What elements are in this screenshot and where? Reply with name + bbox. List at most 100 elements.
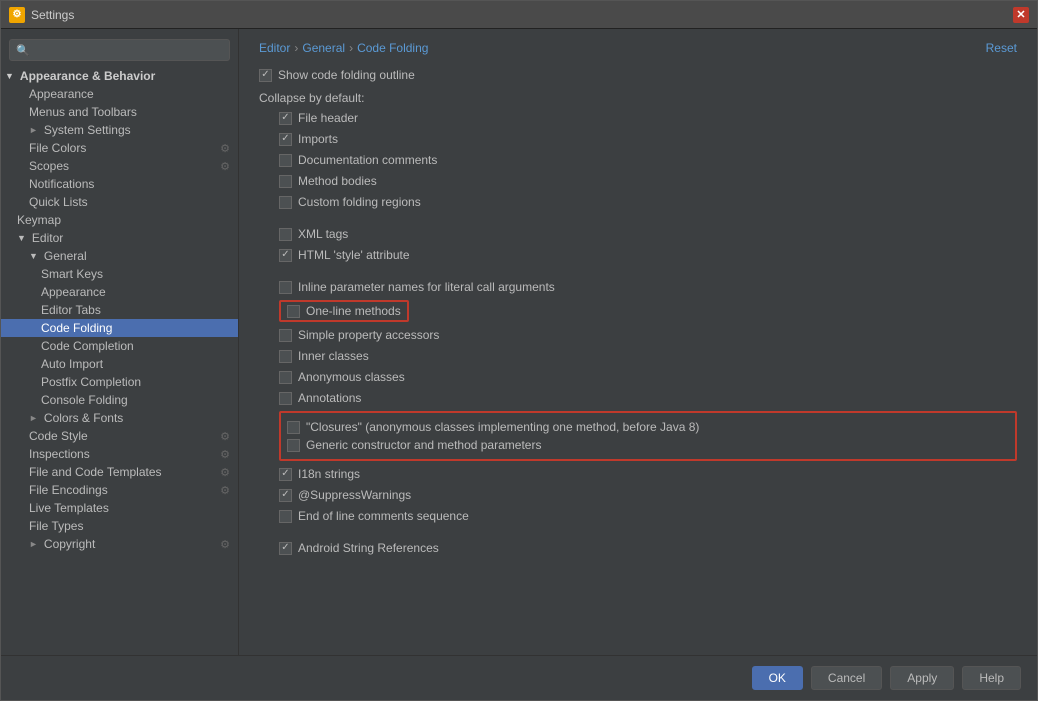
doc-comments-checkbox[interactable] (279, 154, 292, 167)
sidebar-item-editor-tabs[interactable]: Editor Tabs (1, 301, 238, 319)
apply-button[interactable]: Apply (890, 666, 954, 690)
show-folding-outline-checkbox[interactable] (259, 69, 272, 82)
closures-checkbox[interactable] (287, 421, 300, 434)
sidebar-item-appearance-behavior[interactable]: ▼ Appearance & Behavior (1, 67, 238, 85)
imports-label[interactable]: Imports (298, 132, 338, 146)
breadcrumb: Editor › General › Code Folding Reset (259, 41, 1017, 55)
sidebar-item-notifications[interactable]: Notifications (1, 175, 238, 193)
annotations-checkbox[interactable] (279, 392, 292, 405)
inline-param-checkbox[interactable] (279, 281, 292, 294)
i18n-strings-label[interactable]: I18n strings (298, 467, 360, 481)
sidebar-item-scopes[interactable]: Scopes ⚙ (1, 157, 238, 175)
sidebar-label: Colors & Fonts (44, 411, 123, 425)
sidebar-item-auto-import[interactable]: Auto Import (1, 355, 238, 373)
xml-tags-label[interactable]: XML tags (298, 227, 348, 241)
close-button[interactable]: ✕ (1013, 7, 1029, 23)
settings-icon: ⚙ (220, 466, 230, 479)
settings-icon: ⚙ (220, 160, 230, 173)
expand-icon: ▼ (29, 251, 38, 261)
one-line-methods-label[interactable]: One-line methods (306, 304, 401, 318)
sidebar-item-smart-keys[interactable]: Smart Keys (1, 265, 238, 283)
sidebar-item-postfix-completion[interactable]: Postfix Completion (1, 373, 238, 391)
inline-param-row: Inline parameter names for literal call … (279, 279, 1017, 295)
i18n-strings-checkbox[interactable] (279, 468, 292, 481)
android-strings-label[interactable]: Android String References (298, 541, 439, 555)
imports-checkbox[interactable] (279, 133, 292, 146)
expand-icon: ► (29, 125, 38, 135)
closures-label[interactable]: "Closures" (anonymous classes implementi… (306, 420, 699, 434)
sidebar-item-file-colors[interactable]: File Colors ⚙ (1, 139, 238, 157)
search-input[interactable] (34, 43, 223, 57)
sidebar-label: Appearance & Behavior (20, 69, 155, 83)
sidebar-item-general[interactable]: ▼ General (1, 247, 238, 265)
sidebar-label: Code Completion (41, 339, 134, 353)
doc-comments-label[interactable]: Documentation comments (298, 153, 437, 167)
sidebar-label: System Settings (44, 123, 131, 137)
anonymous-classes-label[interactable]: Anonymous classes (298, 370, 405, 384)
inline-param-label[interactable]: Inline parameter names for literal call … (298, 280, 555, 294)
sidebar-item-file-code-templates[interactable]: File and Code Templates ⚙ (1, 463, 238, 481)
sidebar-item-quick-lists[interactable]: Quick Lists (1, 193, 238, 211)
file-header-checkbox[interactable] (279, 112, 292, 125)
suppress-warnings-label[interactable]: @SuppressWarnings (298, 488, 411, 502)
method-bodies-checkbox[interactable] (279, 175, 292, 188)
inner-classes-checkbox[interactable] (279, 350, 292, 363)
xml-tags-row: XML tags (279, 226, 1017, 242)
sidebar-item-file-types[interactable]: File Types (1, 517, 238, 535)
search-box[interactable]: 🔍 (9, 39, 230, 61)
sidebar-item-file-encodings[interactable]: File Encodings ⚙ (1, 481, 238, 499)
sidebar-label: Scopes (29, 159, 69, 173)
html-style-label[interactable]: HTML 'style' attribute (298, 248, 410, 262)
annotations-row: Annotations (279, 390, 1017, 406)
simple-property-label[interactable]: Simple property accessors (298, 328, 439, 342)
custom-folding-label[interactable]: Custom folding regions (298, 195, 421, 209)
sidebar-item-colors-fonts[interactable]: ► Colors & Fonts (1, 409, 238, 427)
sidebar-item-code-folding[interactable]: Code Folding (1, 319, 238, 337)
closures-row: "Closures" (anonymous classes implementi… (287, 419, 1009, 435)
generic-constructor-checkbox[interactable] (287, 439, 300, 452)
sidebar-label: File and Code Templates (29, 465, 162, 479)
i18n-strings-row: I18n strings (279, 466, 1017, 482)
app-icon: ⚙ (9, 7, 25, 23)
generic-constructor-row: Generic constructor and method parameter… (287, 437, 1009, 453)
sidebar-item-menus-toolbars[interactable]: Menus and Toolbars (1, 103, 238, 121)
sidebar-label: Postfix Completion (41, 375, 141, 389)
inner-classes-label[interactable]: Inner classes (298, 349, 369, 363)
method-bodies-label[interactable]: Method bodies (298, 174, 377, 188)
sidebar-item-system-settings[interactable]: ► System Settings (1, 121, 238, 139)
anonymous-classes-checkbox[interactable] (279, 371, 292, 384)
suppress-warnings-checkbox[interactable] (279, 489, 292, 502)
help-button[interactable]: Help (962, 666, 1021, 690)
sidebar-item-keymap[interactable]: Keymap (1, 211, 238, 229)
reset-link[interactable]: Reset (986, 41, 1017, 55)
sidebar-item-editor[interactable]: ▼ Editor (1, 229, 238, 247)
breadcrumb-sep1: › (294, 41, 298, 55)
show-folding-outline-label[interactable]: Show code folding outline (278, 68, 415, 82)
ok-button[interactable]: OK (752, 666, 803, 690)
one-line-methods-checkbox[interactable] (287, 305, 300, 318)
end-of-line-checkbox[interactable] (279, 510, 292, 523)
xml-tags-checkbox[interactable] (279, 228, 292, 241)
file-header-label[interactable]: File header (298, 111, 358, 125)
android-strings-checkbox[interactable] (279, 542, 292, 555)
end-of-line-label[interactable]: End of line comments sequence (298, 509, 469, 523)
sidebar-item-console-folding[interactable]: Console Folding (1, 391, 238, 409)
generic-constructor-label[interactable]: Generic constructor and method parameter… (306, 438, 541, 452)
sidebar-item-copyright[interactable]: ► Copyright ⚙ (1, 535, 238, 553)
html-style-checkbox[interactable] (279, 249, 292, 262)
sidebar-label: Quick Lists (29, 195, 88, 209)
cancel-button[interactable]: Cancel (811, 666, 882, 690)
sidebar-label: Copyright (44, 537, 95, 551)
title-bar: ⚙ Settings ✕ (1, 1, 1037, 29)
sidebar-item-code-completion[interactable]: Code Completion (1, 337, 238, 355)
sidebar-item-appearance-editor[interactable]: Appearance (1, 283, 238, 301)
breadcrumb-editor: Editor (259, 41, 290, 55)
sidebar-item-code-style[interactable]: Code Style ⚙ (1, 427, 238, 445)
annotations-label[interactable]: Annotations (298, 391, 361, 405)
sidebar-item-inspections[interactable]: Inspections ⚙ (1, 445, 238, 463)
sidebar-label: General (44, 249, 87, 263)
simple-property-checkbox[interactable] (279, 329, 292, 342)
sidebar-item-live-templates[interactable]: Live Templates (1, 499, 238, 517)
sidebar-item-appearance[interactable]: Appearance (1, 85, 238, 103)
custom-folding-checkbox[interactable] (279, 196, 292, 209)
